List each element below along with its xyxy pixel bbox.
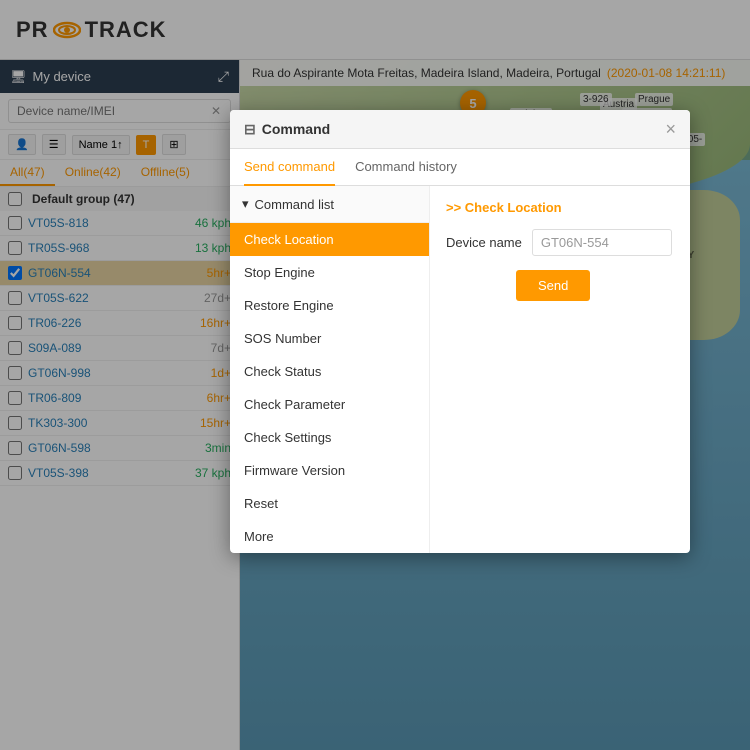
send-button[interactable]: Send xyxy=(516,270,590,301)
command-item[interactable]: Restore Engine xyxy=(230,289,429,322)
cmd-right-header: >> Check Location xyxy=(446,200,674,215)
tab-command-history[interactable]: Command history xyxy=(355,149,457,186)
command-list-panel: ▾ Command list Check LocationStop Engine… xyxy=(230,186,430,553)
modal-title: ⊟ Command xyxy=(244,121,330,138)
modal-icon: ⊟ xyxy=(244,121,256,138)
device-name-input[interactable] xyxy=(532,229,672,256)
cmd-list-title: Command list xyxy=(255,197,334,212)
command-item[interactable]: SOS Number xyxy=(230,322,429,355)
command-item[interactable]: Firmware Version xyxy=(230,454,429,487)
cmd-list-arrow: ▾ xyxy=(242,196,249,212)
close-icon[interactable]: × xyxy=(665,120,676,138)
cmd-device-row: Device name xyxy=(446,229,674,256)
command-item[interactable]: Check Parameter xyxy=(230,388,429,421)
command-item[interactable]: Check Status xyxy=(230,355,429,388)
tab-send-command[interactable]: Send command xyxy=(244,149,335,186)
command-item[interactable]: More xyxy=(230,520,429,553)
command-item[interactable]: Reset xyxy=(230,487,429,520)
modal-header: ⊟ Command × xyxy=(230,110,690,149)
command-items: Check LocationStop EngineRestore EngineS… xyxy=(230,223,429,553)
device-name-label: Device name xyxy=(446,235,522,250)
command-modal: ⊟ Command × Send command Command history… xyxy=(230,110,690,553)
modal-tabs: Send command Command history xyxy=(230,149,690,186)
modal-body: ▾ Command list Check LocationStop Engine… xyxy=(230,186,690,553)
command-item[interactable]: Check Settings xyxy=(230,421,429,454)
command-list-header: ▾ Command list xyxy=(230,186,429,223)
command-item[interactable]: Check Location xyxy=(230,223,429,256)
command-right-panel: >> Check Location Device name Send xyxy=(430,186,690,553)
command-item[interactable]: Stop Engine xyxy=(230,256,429,289)
modal-title-text: Command xyxy=(262,121,330,137)
